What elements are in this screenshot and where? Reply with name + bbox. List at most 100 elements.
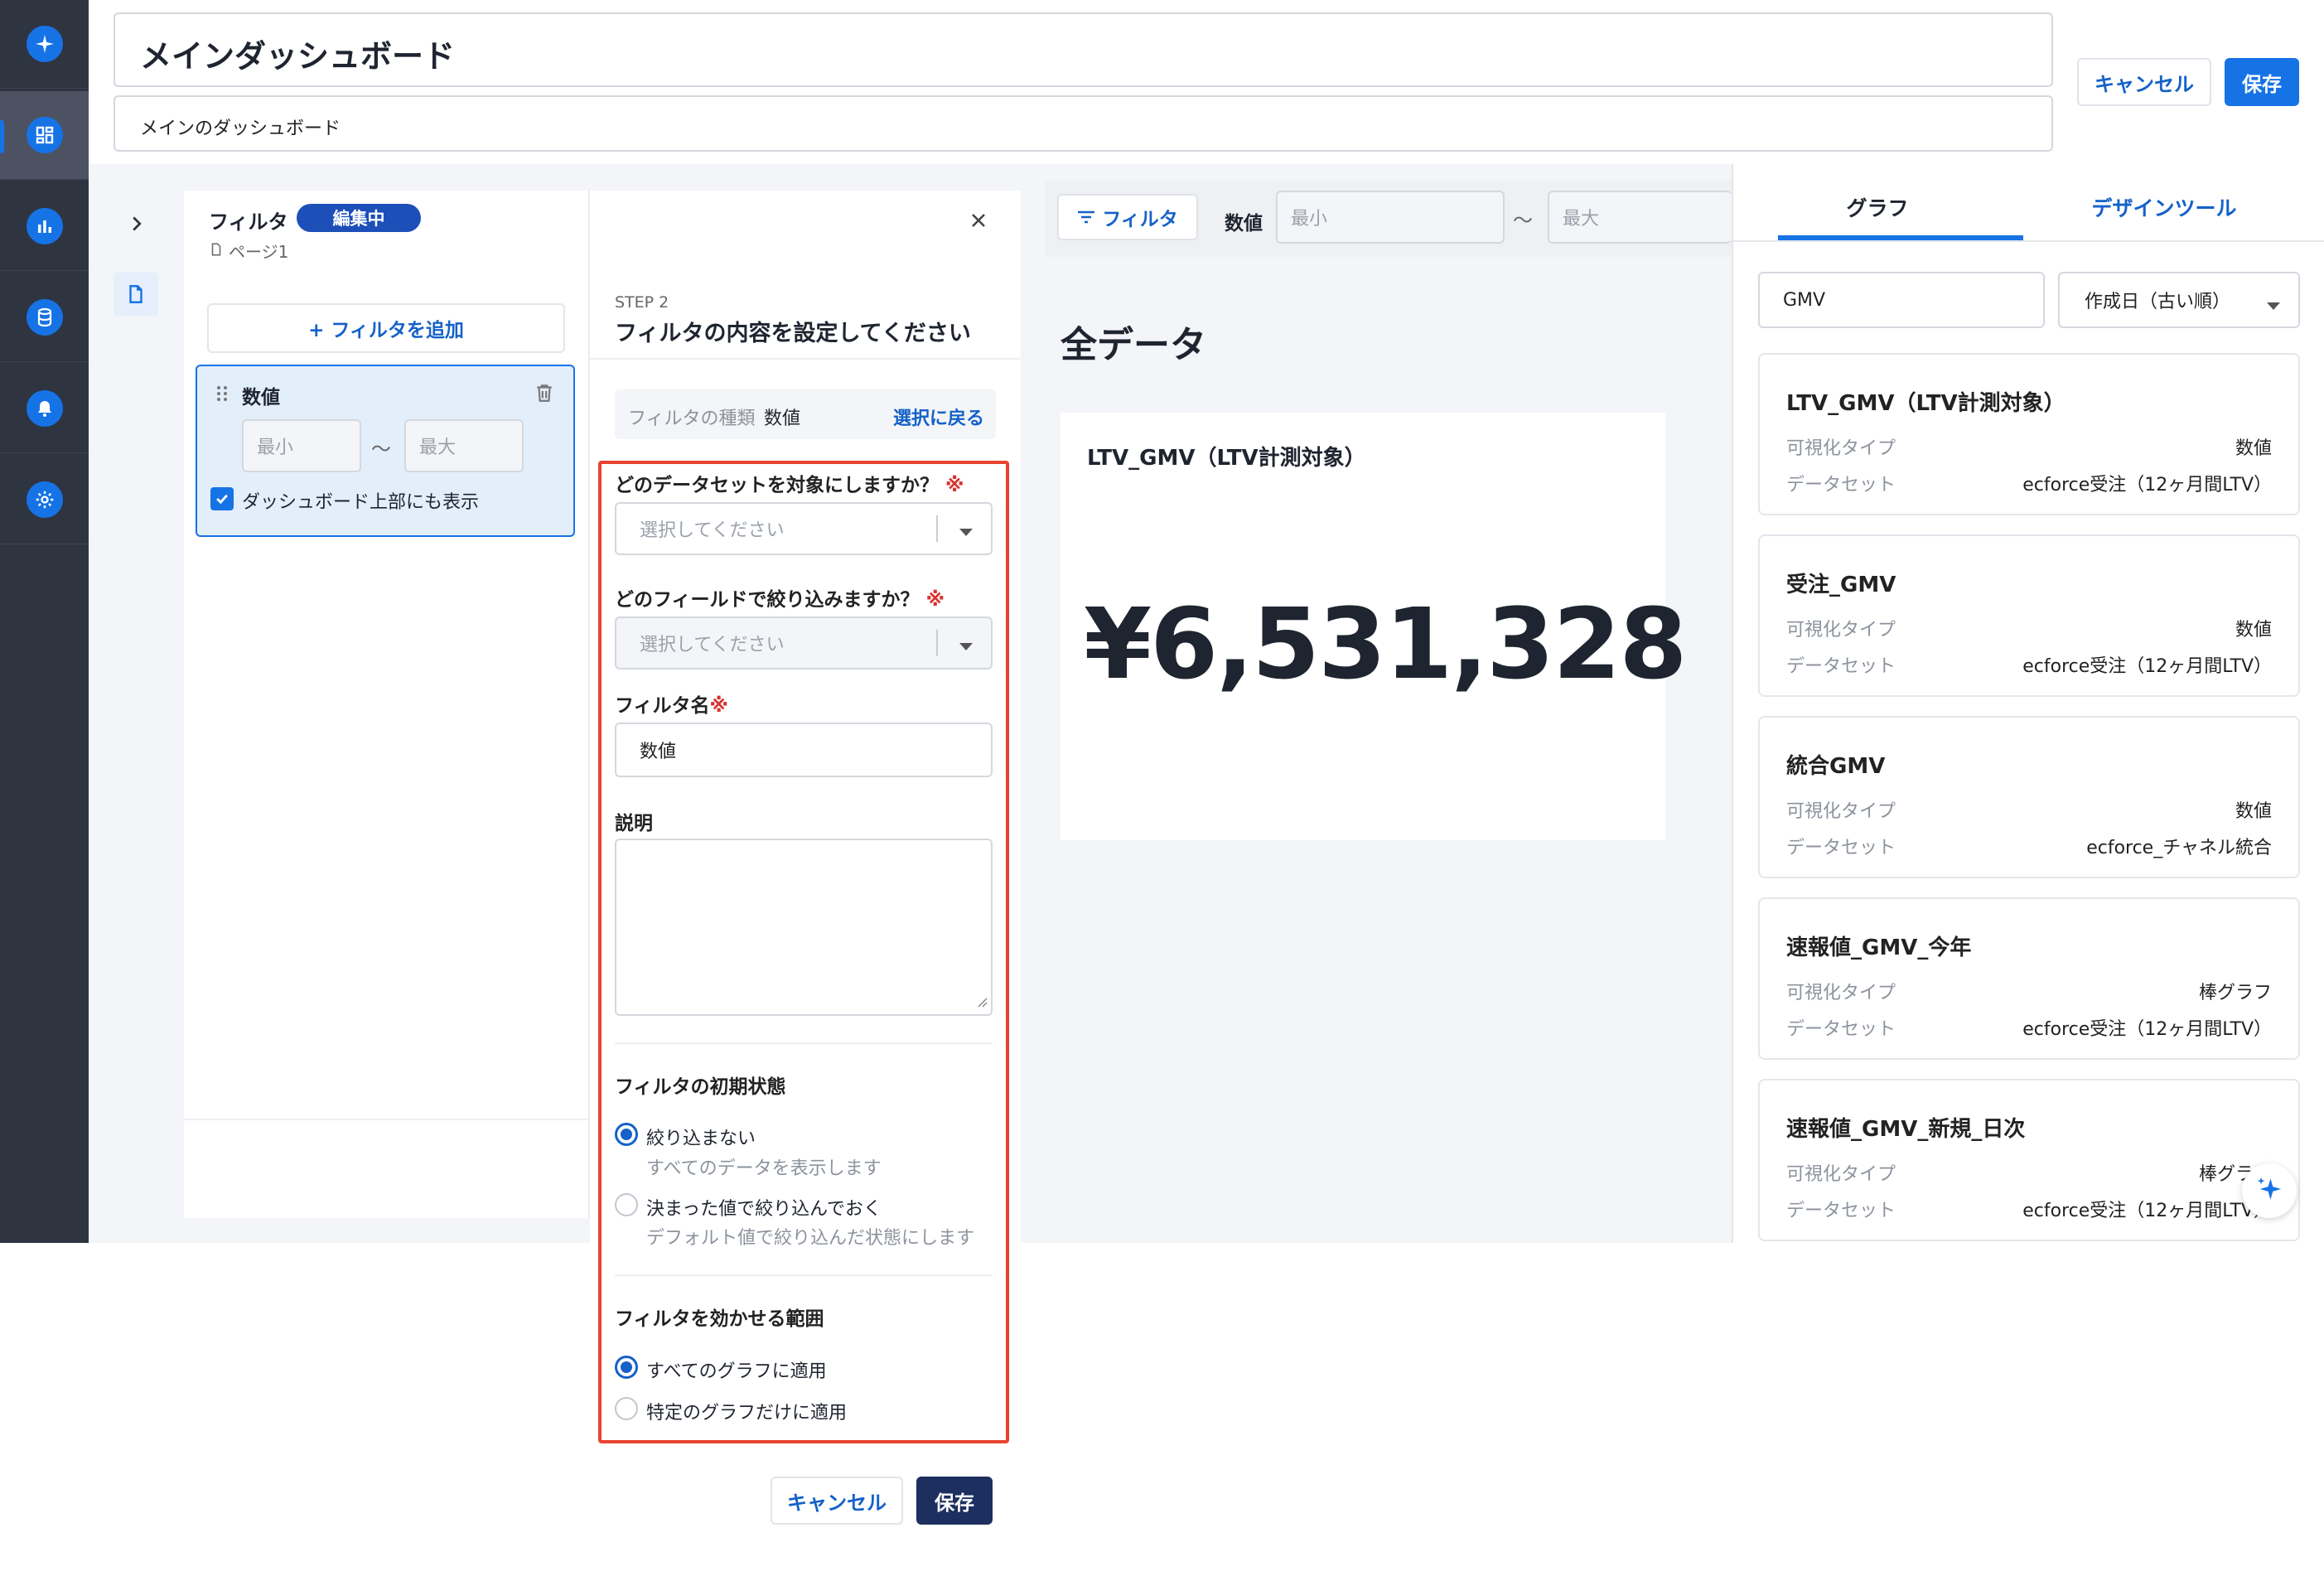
initial-default-filter-radio[interactable] [615,1193,638,1216]
field-select[interactable]: 選択してください [615,616,993,670]
filter-bar-tilde: 〜 [1513,209,1533,232]
filter-bar-min-input[interactable]: 最小 [1276,191,1505,244]
filter-item-min-input[interactable]: 最小 [242,419,361,472]
filter-name-input[interactable]: 数値 [615,723,993,777]
header-cancel-button[interactable]: キャンセル [2077,58,2211,106]
scope-specific-label: 特定のグラフだけに適用 [646,1403,848,1424]
graph-card-type-key: 可視化タイプ [1786,983,1896,1003]
initial-no-filter-desc: すべてのデータを表示します [646,1158,882,1179]
expand-chevron-icon[interactable] [124,211,149,236]
filter-item-name: 数値 [242,387,280,409]
nav-ai[interactable] [0,0,89,89]
graph-card[interactable]: 速報値_GMV_新規_日次 可視化タイプ 棒グラフ データセット ecforce受注… [1758,1079,2300,1241]
select-separator [936,630,938,656]
graph-card[interactable]: 統合GMV 可視化タイプ 数値 データセット ecforce_チャネル統合 [1758,716,2300,878]
tab-design-tools[interactable]: デザインツール [2065,192,2264,222]
graph-card-type-key: 可視化タイプ [1786,801,1896,822]
field-placeholder: 選択してください [640,635,785,655]
filter-lines-icon [1077,210,1095,225]
graph-card-type-key: 可視化タイプ [1786,620,1896,641]
sparkle-icon [26,26,63,62]
scope-specific-radio[interactable] [615,1397,638,1420]
dashboard-title-input[interactable]: メインダッシュボード [114,12,2053,87]
graph-card[interactable]: LTV_GMV（LTV計測対象） 可視化タイプ 数値 データセット ecforce受… [1758,353,2300,515]
dataset-select[interactable]: 選択してください [615,502,993,555]
nav-dashboard[interactable] [0,91,89,180]
filter-bar-button[interactable]: フィルタ [1057,194,1198,240]
description-textarea[interactable] [615,839,993,1016]
nav-database[interactable] [0,273,89,362]
graph-card-type-key: 可視化タイプ [1786,1164,1896,1185]
tab-graph[interactable]: グラフ [1780,192,1975,222]
step-heading: フィルタの内容を設定してください [615,321,971,346]
filter-bar-field-label: 数値 [1225,213,1263,234]
filter-bar-max-input[interactable]: 最大 [1548,191,1732,244]
graph-card[interactable]: 速報値_GMV_今年 可視化タイプ 棒グラフ データセット ecforce受注（12… [1758,897,2300,1060]
app-sidebar [0,0,89,1243]
graph-card-dataset-key: データセット [1786,1201,1896,1221]
graph-card-title: 速報値_GMV_新規_日次 [1786,1117,2026,1142]
field-label: どのフィールドで絞り込みますか？ ※ [615,589,945,611]
initial-no-filter-radio[interactable] [615,1123,638,1146]
graph-card-title: LTV_GMV（LTV計測対象） [1786,391,2066,416]
sort-value: 作成日（古い順） [2085,292,2231,312]
dashboard-filter-bar: フィルタ 数値 最小 〜 最大 [1046,181,1732,257]
graph-card[interactable]: 受注_GMV 可視化タイプ 数値 データセット ecforce受注（12ヶ月間LTV… [1758,534,2300,697]
page-name: ページ1 [229,242,289,262]
panel-divider [184,1119,590,1120]
drag-handle-icon[interactable] [215,384,229,406]
filter-type-value: 数値 [764,409,801,429]
initial-state-label: フィルタの初期状態 [615,1076,786,1098]
graph-search-input[interactable]: GMV [1758,272,2045,328]
section-title: 全データ [1061,324,1206,366]
filter-item-max-input[interactable]: 最大 [404,419,524,472]
graph-card-title: 統合GMV [1786,754,1886,779]
select-separator [936,515,938,542]
bell-icon [26,390,63,427]
dashboard-icon [26,117,63,153]
section-divider [615,1274,993,1276]
nav-notifications[interactable] [0,365,89,453]
step-label: STEP 2 [615,293,669,312]
add-filter-button[interactable]: + フィルタを追加 [207,303,565,353]
show-on-top-label: ダッシュボード上部にも表示 [242,492,480,513]
form-cancel-button[interactable]: キャンセル [771,1477,903,1525]
kpi-card[interactable]: LTV_GMV（LTV計測対象） ¥6,531,328 [1061,413,1687,840]
sort-select[interactable]: 作成日（古い順） [2058,272,2300,328]
nav-settings[interactable] [0,456,89,544]
show-on-top-checkbox[interactable] [210,487,234,510]
range-tilde: 〜 [371,438,391,461]
graph-card-dataset-key: データセット [1786,838,1896,858]
graph-card-type: 数値 [2235,620,2272,641]
filter-item-card[interactable]: 数値 最小 〜 最大 ダッシュボード上部にも表示 [196,365,575,537]
graph-card-dataset: ecforce受注（12ヶ月間LTV） [2022,1019,2272,1040]
scope-label: フィルタを効かせる範囲 [615,1308,824,1330]
sparkle-icon [2255,1175,2283,1206]
graph-card-dataset-key: データセット [1786,656,1896,677]
chevron-down-icon [958,522,974,543]
graph-card-dataset-key: データセット [1786,1019,1896,1040]
database-icon [26,299,63,336]
back-to-selection-link[interactable]: 選択に戻る [893,404,984,430]
nav-charts[interactable] [0,182,89,271]
heading-divider [590,358,1021,360]
dataset-label: どのデータセットを対象にしますか？ ※ [615,475,964,496]
dashboard-description-input[interactable]: メインのダッシュボード [114,95,2053,152]
chevron-down-icon [958,636,974,657]
graph-card-dataset-key: データセット [1786,475,1896,496]
tab-divider [1733,240,2324,242]
page-icon[interactable] [114,272,158,317]
graph-card-dataset: ecforce受注（12ヶ月間LTV） [2022,475,2272,496]
form-save-button[interactable]: 保存 [916,1477,993,1525]
ai-assist-button[interactable] [2242,1163,2297,1218]
scope-all-radio[interactable] [615,1356,638,1379]
resize-handle-icon[interactable] [976,995,988,1011]
close-icon[interactable] [967,209,990,235]
section-divider [615,1042,993,1044]
graph-card-dataset: ecforce_チャネル統合 [2086,838,2272,858]
header-save-button[interactable]: 保存 [2225,58,2299,106]
bar-chart-icon [26,208,63,244]
kpi-card-title: LTV_GMV（LTV計測対象） [1087,446,1366,471]
graph-card-dataset: ecforce受注（12ヶ月間LTV） [2022,656,2272,677]
trash-icon[interactable] [534,381,555,408]
